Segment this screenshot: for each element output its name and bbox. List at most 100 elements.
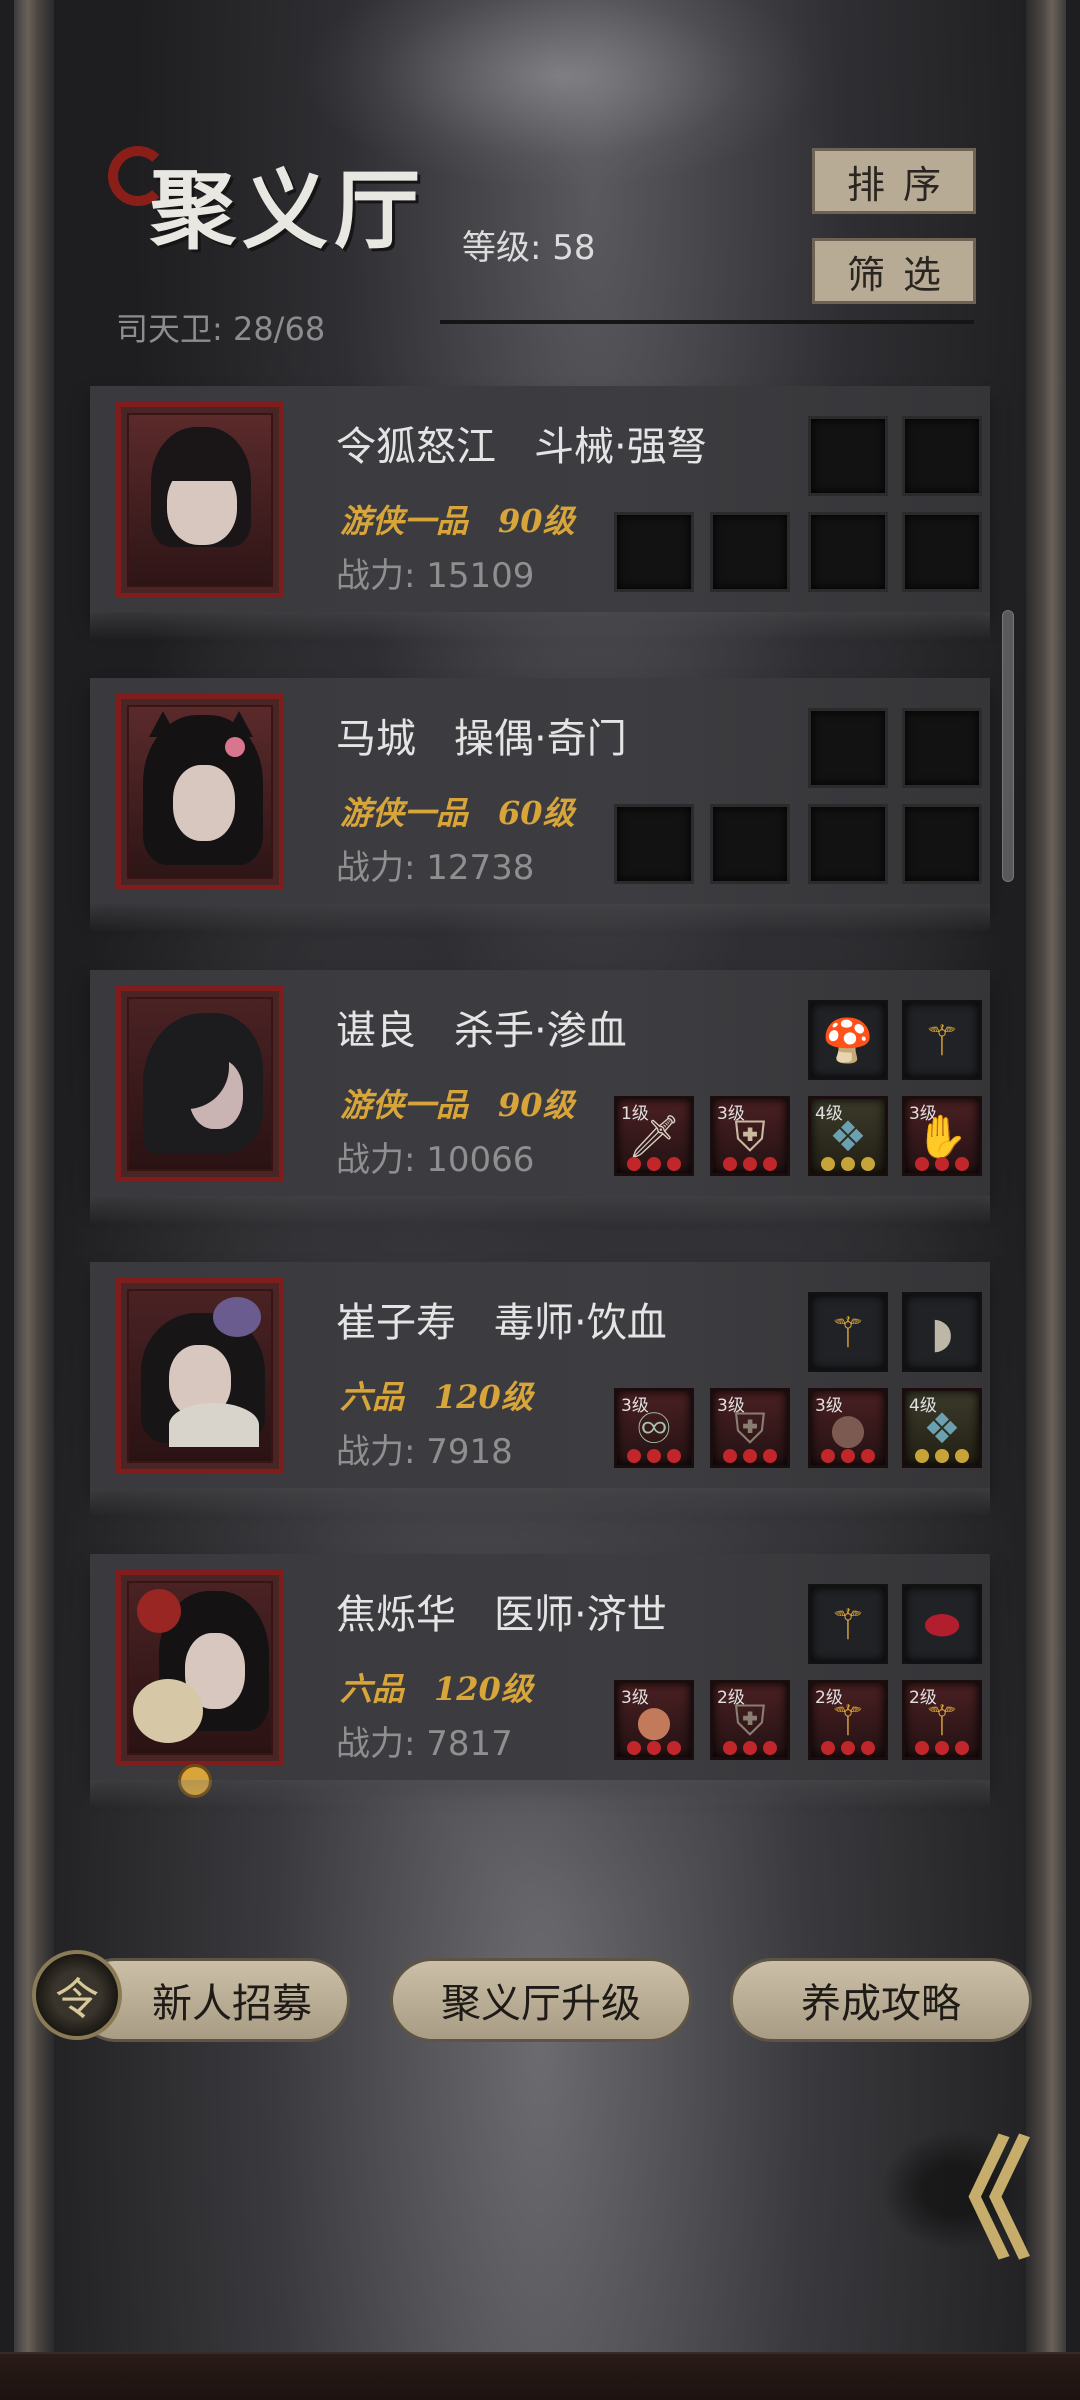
hero-card[interactable]: 谌良 杀手·渗血 游侠一品 90级 战力: 10066 🍄 ⚚ 1级 🗡 3级 ⛨ … (90, 970, 990, 1224)
hero-portrait[interactable] (116, 1570, 284, 1766)
gear-slot-empty[interactable] (710, 804, 790, 884)
golden-staff-icon[interactable]: ⚚ (808, 1292, 888, 1372)
red-gem-icon: ⬬ (924, 1600, 960, 1649)
double-chevron-left-icon: 《 (901, 2124, 1032, 2277)
level-value: 58 (552, 228, 596, 268)
hero-name-line: 谌良 杀手·渗血 (336, 998, 627, 1056)
rank-text: 游侠一品 (340, 502, 469, 540)
hero-name: 马城 (336, 716, 416, 762)
page-title: 聚义厅 (150, 160, 426, 261)
hero-power: 战力: 7918 (336, 1432, 513, 1472)
gear-slot[interactable]: 2级 ⚚ (808, 1680, 888, 1760)
gear-slot-empty[interactable] (902, 512, 982, 592)
level-text: 90级 (498, 502, 575, 540)
hero-power: 战力: 12738 (336, 848, 535, 888)
hero-power: 战力: 10066 (336, 1140, 535, 1180)
hero-portrait[interactable] (116, 986, 284, 1182)
hero-list[interactable]: 令狐怒江 斗械·强弩 游侠一品 90级 战力: 15109 马城 操偶·奇门 游侠一 (90, 386, 990, 1808)
golden-staff-icon[interactable]: ⚚ (902, 1000, 982, 1080)
hero-name-line: 崔子寿 毒师·饮血 (336, 1290, 667, 1348)
gear-slot[interactable]: 3级 ● (614, 1680, 694, 1760)
sort-button[interactable]: 排序 (812, 148, 976, 214)
hero-card[interactable]: 马城 操偶·奇门 游侠一品 60级 战力: 12738 (90, 678, 990, 932)
recruit-label: 新人招募 (152, 1981, 312, 2027)
gear-slot[interactable]: 2级 ⛨ (710, 1680, 790, 1760)
gear-slot[interactable]: 3级 ♾ (614, 1388, 694, 1468)
hall-level: 等级: 58 (462, 220, 596, 269)
level-text: 120级 (434, 1670, 533, 1708)
gear-slot[interactable]: 1级 🗡 (614, 1096, 694, 1176)
guide-label: 养成攻略 (801, 1981, 961, 2027)
hero-rank: 游侠一品 60级 (340, 788, 575, 834)
golden-staff-icon: ⚚ (829, 1600, 867, 1649)
rank-text: 游侠一品 (340, 1086, 469, 1124)
hero-role: 杀手·渗血 (454, 1008, 627, 1054)
guide-button[interactable]: 养成攻略 (730, 1958, 1032, 2042)
gear-stars (821, 1741, 875, 1755)
gear-slot-empty[interactable] (710, 512, 790, 592)
rank-text: 游侠一品 (340, 794, 469, 832)
back-button[interactable]: 《 (880, 2124, 1032, 2277)
hero-rank: 六品 120级 (340, 1664, 533, 1710)
hero-power: 战力: 7817 (336, 1724, 513, 1764)
hero-power: 战力: 15109 (336, 556, 535, 596)
hero-name-line: 焦烁华 医师·济世 (336, 1582, 667, 1640)
gear-slot-empty[interactable] (808, 512, 888, 592)
hero-card[interactable]: 崔子寿 毒师·饮血 六品 120级 战力: 7918 ⚚ ◗ 3级 ♾ 3级 ⛨ 3… (90, 1262, 990, 1516)
gear-slot[interactable]: 3级 ⛨ (710, 1096, 790, 1176)
gear-slot[interactable]: 4级 ❖ (902, 1388, 982, 1468)
header-divider (440, 320, 974, 324)
recruit-token-icon[interactable]: 令 (32, 1950, 122, 2040)
level-text: 120级 (434, 1378, 533, 1416)
hero-card[interactable]: 令狐怒江 斗械·强弩 游侠一品 90级 战力: 15109 (90, 386, 990, 640)
red-gem-icon[interactable]: ⬬ (902, 1584, 982, 1664)
gear-stars (821, 1157, 875, 1171)
golden-staff-icon[interactable]: ⚚ (808, 1584, 888, 1664)
golden-staff-icon: ⚚ (829, 1308, 867, 1357)
level-label: 等级: (462, 228, 542, 268)
mushroom-icon[interactable]: 🍄 (808, 1000, 888, 1080)
level-text: 90级 (498, 1086, 575, 1124)
hero-portrait[interactable] (116, 402, 284, 598)
weapon-slot-empty[interactable] (808, 708, 888, 788)
gear-slot-empty[interactable] (902, 804, 982, 884)
badge-icon (178, 1764, 212, 1798)
hero-name: 崔子寿 (336, 1300, 456, 1346)
hero-rank: 游侠一品 90级 (340, 496, 575, 542)
hand-fan-icon[interactable]: ◗ (902, 1292, 982, 1372)
list-scrollbar[interactable] (1002, 610, 1014, 882)
hero-portrait[interactable] (116, 1278, 284, 1474)
hero-role: 毒师·饮血 (494, 1300, 667, 1346)
gear-slot-empty[interactable] (614, 804, 694, 884)
gear-stars (627, 1741, 681, 1755)
gear-slot[interactable]: 3级 ✋ (902, 1096, 982, 1176)
upgrade-label: 聚义厅升级 (441, 1981, 641, 2027)
hero-name-line: 马城 操偶·奇门 (336, 706, 627, 764)
gear-stars (627, 1157, 681, 1171)
gear-stars (915, 1449, 969, 1463)
hero-rank: 游侠一品 90级 (340, 1080, 575, 1126)
gear-slot[interactable]: 3级 ⛨ (710, 1388, 790, 1468)
hero-name: 令狐怒江 (336, 424, 496, 470)
filter-button[interactable]: 筛选 (812, 238, 976, 304)
bottom-bar (0, 2352, 1080, 2400)
weapon-slot-empty[interactable] (808, 416, 888, 496)
golden-staff-icon: ⚚ (923, 1016, 961, 1065)
mushroom-icon: 🍄 (821, 1016, 875, 1065)
gear-slot-empty[interactable] (614, 512, 694, 592)
gear-slot[interactable]: 2级 ⚚ (902, 1680, 982, 1760)
gear-slot-empty[interactable] (808, 804, 888, 884)
hero-portrait[interactable] (116, 694, 284, 890)
weapon-slot-empty[interactable] (902, 708, 982, 788)
rank-text: 六品 (340, 1670, 405, 1708)
hero-role: 医师·济世 (494, 1592, 667, 1638)
weapon-slot-empty[interactable] (902, 416, 982, 496)
hero-role: 斗械·强弩 (534, 424, 707, 470)
gear-slot[interactable]: 3级 ● (808, 1388, 888, 1468)
gear-slot[interactable]: 4级 ❖ (808, 1096, 888, 1176)
recruit-token-text: 令 (55, 1974, 99, 2025)
hall-upgrade-button[interactable]: 聚义厅升级 (390, 1958, 692, 2042)
gear-stars (723, 1741, 777, 1755)
hero-card[interactable]: 焦烁华 医师·济世 六品 120级 战力: 7817 ⚚ ⬬ 3级 ● 2级 ⛨ 2… (90, 1554, 990, 1808)
level-text: 60级 (498, 794, 575, 832)
